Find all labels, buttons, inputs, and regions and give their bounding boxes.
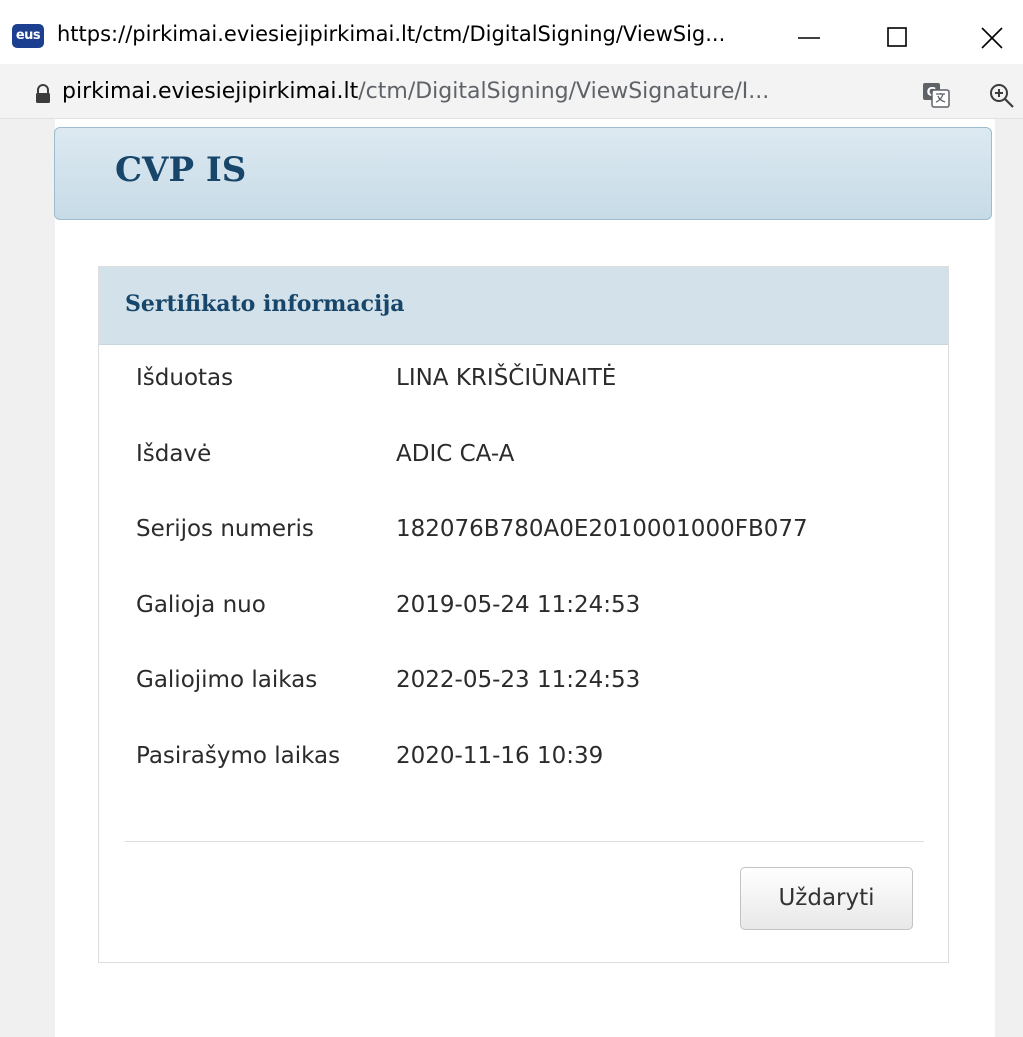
url-text[interactable]: pirkimai.eviesiejipirkimai.lt/ctm/Digita… [62,79,769,104]
lock-icon [36,84,50,103]
address-bar[interactable]: pirkimai.eviesiejipirkimai.lt/ctm/Digita… [0,64,1023,119]
row-label: Išdavė [136,440,212,467]
panel-heading: Sertifikato informacija [99,267,948,345]
panel-divider [125,841,924,842]
row-value: 2020-11-16 10:39 [396,742,604,769]
row-label: Galioja nuo [136,591,266,618]
certificate-panel: Sertifikato informacija Išduotas LINA KR… [98,266,949,963]
row-value: 182076B780A0E2010001000FB077 [396,516,808,542]
row-value: 2022-05-23 11:24:53 [396,667,641,693]
translate-icon[interactable]: G [922,82,950,108]
right-margin [995,119,1023,1037]
close-window-button[interactable] [958,10,1018,58]
row-label: Serijos numeris [136,516,314,542]
browser-popup-window: eus https://pirkimai.eviesiejipirkimai.l… [0,0,1023,1037]
zoom-in-icon[interactable] [988,82,1016,110]
row-value: LINA KRIŠČIŪNAITĖ [396,365,617,391]
window-title: https://pirkimai.eviesiejipirkimai.lt/ct… [57,22,726,46]
url-path: /ctm/DigitalSigning/ViewSignature/I... [358,79,770,104]
maximize-button[interactable] [868,10,928,58]
page-content: CVP IS Sertifikato informacija Išduotas … [0,119,1023,1037]
info-row-valid-from: Galioja nuo 2019-05-24 11:24:53 [125,592,808,668]
close-button[interactable]: Uždaryti [740,867,913,930]
info-row-issuer: Išdavė ADIC CA-A [125,441,808,517]
maximize-icon [887,27,907,47]
app-icon: eus [12,24,44,48]
row-value: ADIC CA-A [396,440,515,467]
minimize-button[interactable] [780,10,840,58]
info-row-signing-time: Pasirašymo laikas 2020-11-16 10:39 [125,743,808,819]
close-icon [981,27,1003,49]
site-header: CVP IS [54,127,992,220]
row-label: Galiojimo laikas [136,667,318,693]
certificate-info-table: Išduotas LINA KRIŠČIŪNAITĖ Išdavė ADIC C… [125,365,808,818]
info-row-issued-to: Išduotas LINA KRIŠČIŪNAITĖ [125,365,808,441]
row-label: Išduotas [136,365,234,391]
row-label: Pasirašymo laikas [136,742,341,769]
brand-title: CVP IS [115,150,247,190]
title-bar: eus https://pirkimai.eviesiejipirkimai.l… [0,0,1023,64]
panel-title: Sertifikato informacija [125,291,405,317]
row-value: 2019-05-24 11:24:53 [396,591,641,618]
url-host: pirkimai.eviesiejipirkimai.lt [62,79,359,104]
info-row-serial-number: Serijos numeris 182076B780A0E2010001000F… [125,516,808,592]
minimize-icon [798,37,820,39]
info-row-valid-until: Galiojimo laikas 2022-05-23 11:24:53 [125,667,808,743]
